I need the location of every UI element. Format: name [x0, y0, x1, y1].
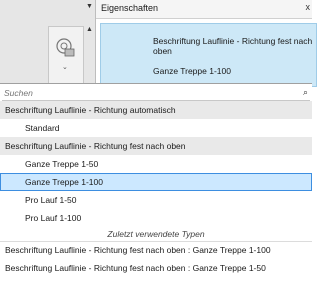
list-item[interactable]: Standard	[0, 119, 312, 137]
dropdown-arrow-icon[interactable]: ▼	[86, 3, 93, 10]
recent-types-header: Zuletzt verwendete Typen	[0, 228, 312, 242]
stair-annotation-icon	[56, 38, 75, 57]
list-item[interactable]: Pro Lauf 1-100	[0, 209, 312, 227]
list-group-header[interactable]: Beschriftung Lauflinie - Richtung automa…	[0, 101, 312, 119]
list-item[interactable]: Pro Lauf 1-50	[0, 191, 312, 209]
list-item-selected[interactable]: Ganze Treppe 1-100	[0, 173, 312, 191]
type-preview-text: Beschriftung Lauflinie - Richtung fest n…	[146, 23, 317, 87]
list-item[interactable]: Ganze Treppe 1-50	[0, 155, 312, 173]
recent-item[interactable]: Beschriftung Lauflinie - Richtung fest n…	[0, 259, 312, 277]
type-preview-image	[100, 23, 148, 87]
type-family-label: Beschriftung Lauflinie - Richtung fest n…	[153, 36, 313, 56]
list-group-header[interactable]: Beschriftung Lauflinie - Richtung fest n…	[0, 137, 312, 155]
properties-header: Eigenschaften x	[96, 0, 312, 19]
ribbon-panel: ▼ ⌄ ▲	[0, 0, 96, 96]
ribbon-type-thumbnail[interactable]: ⌄	[48, 26, 84, 86]
type-name-label: Ganze Treppe 1-100	[153, 66, 231, 76]
recent-item[interactable]: Beschriftung Lauflinie - Richtung fest n…	[0, 241, 312, 259]
type-selector[interactable]: Beschriftung Lauflinie - Richtung fest n…	[96, 19, 317, 89]
search-bar: ⌕	[2, 86, 310, 101]
close-icon[interactable]: x	[306, 2, 311, 12]
search-icon[interactable]: ⌕	[303, 87, 308, 98]
scroll-up-icon[interactable]: ▲	[86, 26, 93, 33]
chevron-down-icon[interactable]: ⌄	[62, 63, 68, 71]
type-dropdown-list: ⌕ Beschriftung Lauflinie - Richtung auto…	[0, 83, 312, 289]
properties-title: Eigenschaften	[101, 3, 159, 13]
search-input[interactable]	[4, 87, 284, 99]
